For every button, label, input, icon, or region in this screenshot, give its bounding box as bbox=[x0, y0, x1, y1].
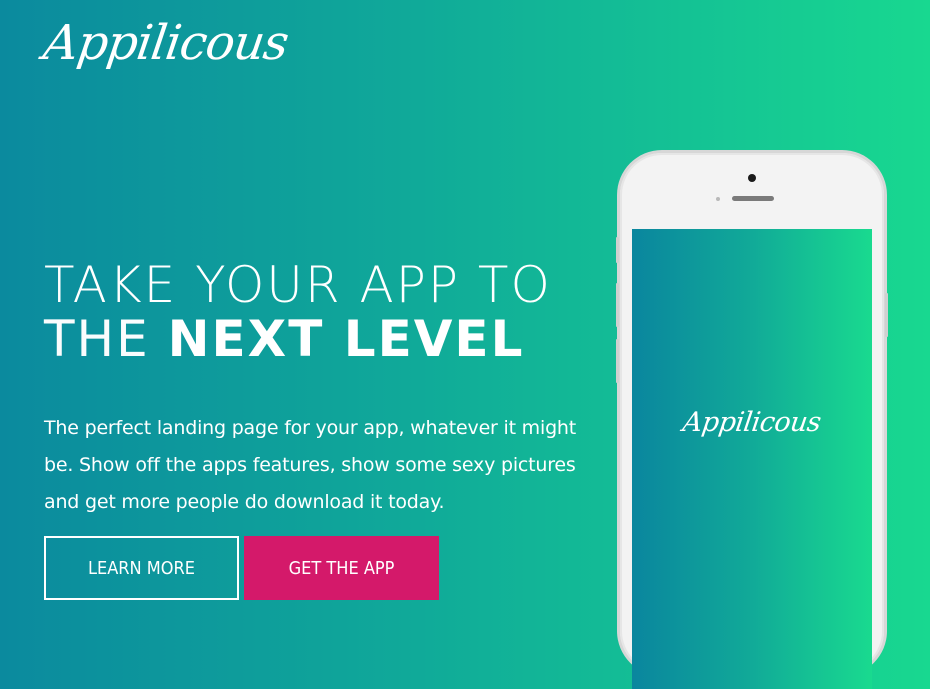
phone-power-button bbox=[885, 293, 888, 337]
learn-more-button[interactable]: LEARN MORE bbox=[44, 536, 239, 600]
phone-speaker-icon bbox=[732, 196, 774, 201]
headline-line-2-bold: NEXT LEVEL bbox=[167, 310, 525, 368]
headline-line-1: TAKE YOUR APP TO bbox=[44, 256, 552, 314]
phone-mute-switch bbox=[616, 237, 619, 263]
hero-subcopy: The perfect landing page for your app, w… bbox=[44, 417, 577, 513]
phone-camera-icon bbox=[748, 174, 756, 182]
phone-sensor-icon bbox=[716, 197, 720, 201]
phone-volume-down bbox=[616, 339, 619, 383]
phone-volume-up bbox=[616, 283, 619, 327]
hero-headline: TAKE YOUR APP TO THE NEXT LEVEL bbox=[44, 258, 552, 366]
phone-screen-logo: Appilicous bbox=[681, 407, 823, 438]
headline-line-2-light: THE bbox=[44, 310, 150, 368]
get-the-app-button[interactable]: GET THE APP bbox=[244, 536, 439, 600]
phone-screen: Appilicous bbox=[632, 229, 872, 689]
phone-mockup: Appilicous bbox=[616, 153, 888, 689]
brand-logo[interactable]: Appilicous bbox=[40, 12, 292, 74]
